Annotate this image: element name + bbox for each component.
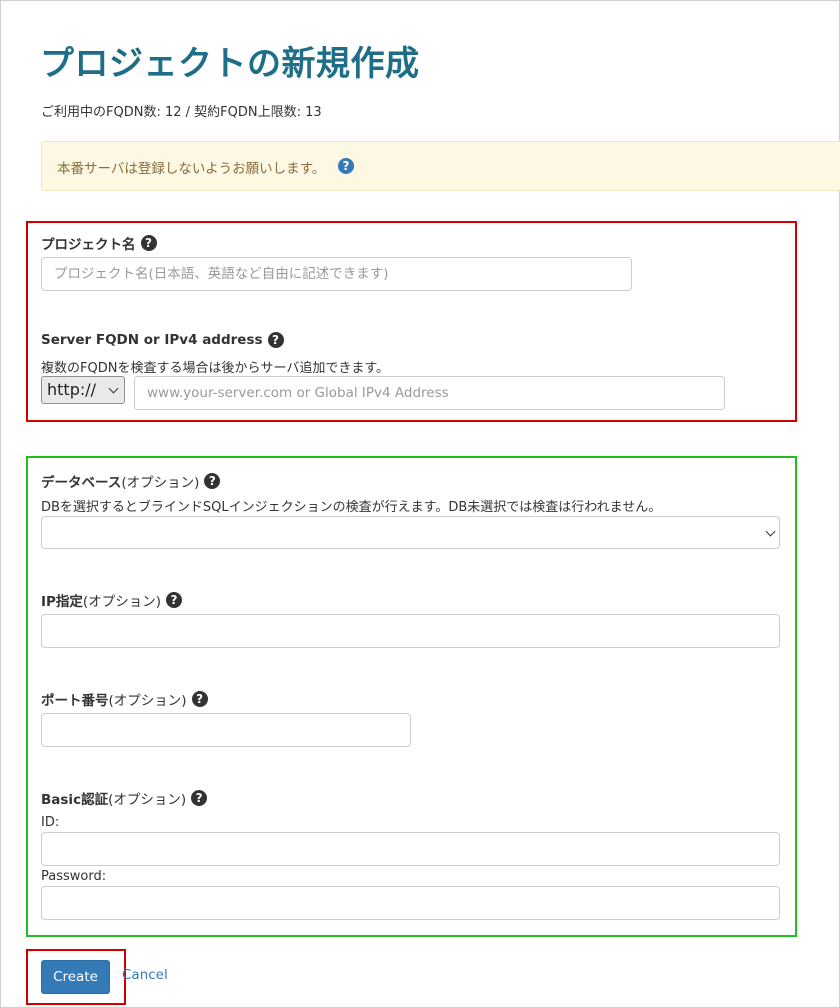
help-circle-icon[interactable]: ? (338, 158, 354, 174)
fqdn-usage-text: ご利用中のFQDN数: 12 / 契約FQDN上限数: 13 (41, 105, 322, 120)
chevron-down-icon (765, 526, 776, 537)
port-input[interactable] (41, 713, 411, 747)
project-name-label: プロジェクト名 ? (41, 233, 157, 253)
page-title: プロジェクトの新規作成 (40, 44, 420, 84)
basic-auth-password-input[interactable] (41, 886, 780, 920)
ip-label: IP指定 (オプション) ? (41, 590, 182, 610)
basic-auth-label: Basic認証 (オプション) ? (41, 788, 208, 808)
question-icon[interactable]: ? (204, 473, 221, 489)
server-fqdn-label: Server FQDN or IPv4 address ? (41, 332, 284, 348)
database-hint: DBを選択するとブラインドSQLインジェクションの検査が行えます。DB未選択では… (41, 500, 662, 515)
question-icon[interactable]: ? (165, 592, 182, 608)
cancel-link[interactable]: Cancel (122, 967, 168, 983)
database-select[interactable] (41, 516, 780, 549)
basic-auth-id-label: ID: (41, 815, 60, 830)
basic-auth-id-input[interactable] (41, 832, 780, 866)
question-icon[interactable]: ? (191, 691, 208, 707)
notice-text: 本番サーバは登録しないようお願いします。 (57, 161, 326, 177)
database-label: データベース (オプション) ? (41, 471, 221, 491)
chevron-down-icon (108, 383, 119, 394)
basic-auth-password-label: Password: (41, 869, 107, 884)
protocol-select[interactable]: http:// (41, 376, 125, 404)
project-name-input[interactable] (41, 257, 632, 291)
server-fqdn-hint: 複数のFQDNを検査する場合は後からサーバ追加できます。 (41, 361, 390, 376)
question-icon[interactable]: ? (140, 235, 157, 251)
ip-input[interactable] (41, 614, 780, 648)
question-icon[interactable]: ? (267, 332, 284, 348)
port-label: ポート番号 (オプション) ? (41, 689, 208, 709)
server-fqdn-input[interactable] (134, 376, 725, 410)
create-button[interactable]: Create (41, 960, 110, 994)
question-icon[interactable]: ? (191, 790, 208, 806)
protocol-select-value: http:// (47, 380, 97, 399)
notice-alert: 本番サーバは登録しないようお願いします。 ? (41, 141, 840, 191)
